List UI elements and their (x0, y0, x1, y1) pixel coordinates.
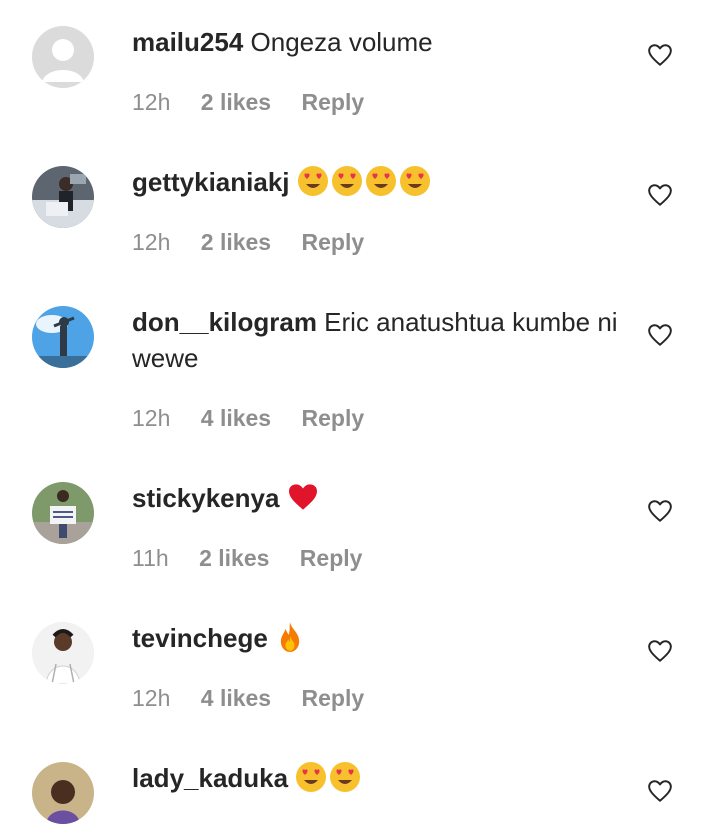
reply-button[interactable]: Reply (302, 685, 365, 711)
comment-time: 12h (132, 89, 171, 115)
fire-emoji (275, 621, 305, 662)
heart-eyes-emoji (329, 761, 361, 802)
comment-body: tevinchege (132, 620, 622, 662)
comment-body: lady_kaduka (132, 760, 622, 802)
comment-username[interactable]: gettykianiakj (132, 167, 290, 197)
reply-button[interactable]: Reply (302, 89, 365, 115)
comment-username[interactable]: don__kilogram (132, 307, 317, 337)
comment-meta: 12h 4 likes Reply (132, 685, 388, 712)
comment-time: 12h (132, 685, 171, 711)
avatar[interactable] (32, 622, 94, 684)
heart-eyes-emoji (295, 761, 327, 802)
comment-time: 11h (132, 545, 169, 571)
reply-button[interactable]: Reply (302, 405, 365, 431)
comment-meta: 11h 2 likes Reply (132, 545, 386, 572)
heart-outline-icon[interactable] (647, 322, 673, 348)
comment-body: don__kilogram Eric anatushtua kumbe ni w… (132, 304, 622, 376)
comment-username[interactable]: mailu254 (132, 27, 243, 57)
heart-outline-icon[interactable] (647, 182, 673, 208)
comment-username[interactable]: stickykenya (132, 483, 279, 513)
comment-time: 12h (132, 405, 171, 431)
reply-button[interactable]: Reply (300, 545, 363, 571)
avatar[interactable] (32, 306, 94, 368)
comment-meta: 12h 2 likes Reply (132, 89, 388, 116)
heart-outline-icon[interactable] (647, 638, 673, 664)
comment-body: stickykenya (132, 480, 622, 522)
avatar[interactable] (32, 26, 94, 88)
heart-outline-icon[interactable] (647, 778, 673, 804)
heart-eyes-emoji (365, 165, 397, 206)
comment-likes[interactable]: 4 likes (201, 685, 271, 711)
comment-meta: 12h 2 likes Reply (132, 229, 388, 256)
comment-body: mailu254 Ongeza volume (132, 24, 622, 60)
reply-button[interactable]: Reply (302, 229, 365, 255)
comment-likes[interactable]: 2 likes (201, 89, 271, 115)
comment-likes[interactable]: 2 likes (201, 229, 271, 255)
comment-text: Ongeza volume (250, 27, 433, 57)
heart-outline-icon[interactable] (647, 42, 673, 68)
avatar[interactable] (32, 482, 94, 544)
comment-likes[interactable]: 2 likes (199, 545, 269, 571)
comment-time: 12h (132, 229, 171, 255)
comment-body: gettykianiakj (132, 164, 622, 206)
avatar[interactable] (32, 166, 94, 228)
comment-meta: 12h 4 likes Reply (132, 405, 388, 432)
heart-eyes-emoji (331, 165, 363, 206)
heart-eyes-emoji (399, 165, 431, 206)
comment-likes[interactable]: 4 likes (201, 405, 271, 431)
heart-outline-icon[interactable] (647, 498, 673, 524)
comment-username[interactable]: lady_kaduka (132, 763, 288, 793)
heart-eyes-emoji (297, 165, 329, 206)
comment-username[interactable]: tevinchege (132, 623, 268, 653)
red-heart-emoji (287, 481, 319, 522)
